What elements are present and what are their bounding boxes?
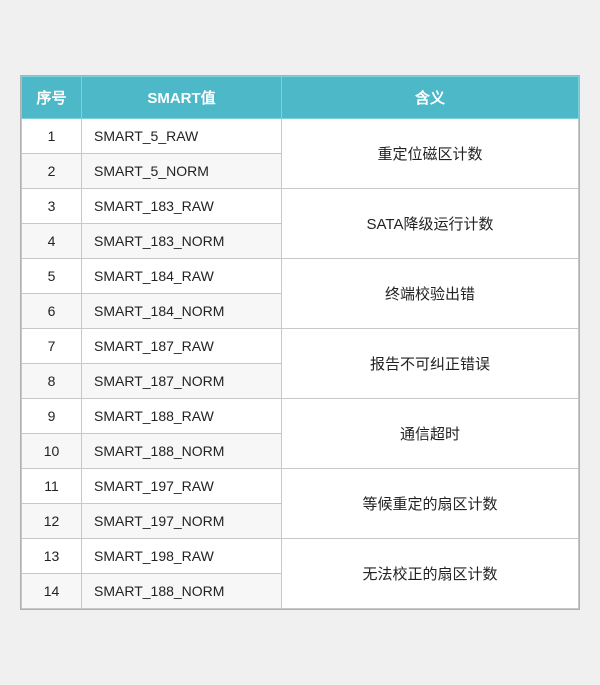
cell-num: 7: [22, 329, 82, 364]
cell-meaning: 报告不可纠正错误: [282, 329, 579, 399]
smart-table: 序号 SMART值 含义 1SMART_5_RAW重定位磁区计数2SMART_5…: [21, 76, 579, 609]
main-table-wrapper: 序号 SMART值 含义 1SMART_5_RAW重定位磁区计数2SMART_5…: [20, 75, 580, 610]
cell-smart: SMART_188_RAW: [82, 399, 282, 434]
cell-smart: SMART_184_RAW: [82, 259, 282, 294]
cell-meaning: SATA降级运行计数: [282, 189, 579, 259]
header-num: 序号: [22, 77, 82, 119]
cell-num: 13: [22, 539, 82, 574]
cell-num: 1: [22, 119, 82, 154]
cell-smart: SMART_187_RAW: [82, 329, 282, 364]
table-header-row: 序号 SMART值 含义: [22, 77, 579, 119]
cell-num: 4: [22, 224, 82, 259]
cell-num: 3: [22, 189, 82, 224]
cell-num: 8: [22, 364, 82, 399]
header-meaning: 含义: [282, 77, 579, 119]
cell-num: 2: [22, 154, 82, 189]
table-row: 9SMART_188_RAW通信超时: [22, 399, 579, 434]
table-row: 5SMART_184_RAW终端校验出错: [22, 259, 579, 294]
cell-num: 11: [22, 469, 82, 504]
cell-smart: SMART_183_NORM: [82, 224, 282, 259]
cell-num: 6: [22, 294, 82, 329]
cell-smart: SMART_188_NORM: [82, 574, 282, 609]
cell-meaning: 终端校验出错: [282, 259, 579, 329]
cell-num: 10: [22, 434, 82, 469]
cell-smart: SMART_198_RAW: [82, 539, 282, 574]
header-smart: SMART值: [82, 77, 282, 119]
cell-smart: SMART_187_NORM: [82, 364, 282, 399]
cell-num: 5: [22, 259, 82, 294]
table-row: 1SMART_5_RAW重定位磁区计数: [22, 119, 579, 154]
cell-num: 14: [22, 574, 82, 609]
cell-meaning: 通信超时: [282, 399, 579, 469]
cell-num: 12: [22, 504, 82, 539]
table-row: 7SMART_187_RAW报告不可纠正错误: [22, 329, 579, 364]
cell-meaning: 重定位磁区计数: [282, 119, 579, 189]
table-row: 13SMART_198_RAW无法校正的扇区计数: [22, 539, 579, 574]
cell-smart: SMART_5_NORM: [82, 154, 282, 189]
table-row: 11SMART_197_RAW等候重定的扇区计数: [22, 469, 579, 504]
cell-smart: SMART_183_RAW: [82, 189, 282, 224]
cell-num: 9: [22, 399, 82, 434]
cell-smart: SMART_197_NORM: [82, 504, 282, 539]
cell-meaning: 等候重定的扇区计数: [282, 469, 579, 539]
cell-meaning: 无法校正的扇区计数: [282, 539, 579, 609]
table-row: 3SMART_183_RAWSATA降级运行计数: [22, 189, 579, 224]
cell-smart: SMART_5_RAW: [82, 119, 282, 154]
cell-smart: SMART_197_RAW: [82, 469, 282, 504]
cell-smart: SMART_188_NORM: [82, 434, 282, 469]
cell-smart: SMART_184_NORM: [82, 294, 282, 329]
